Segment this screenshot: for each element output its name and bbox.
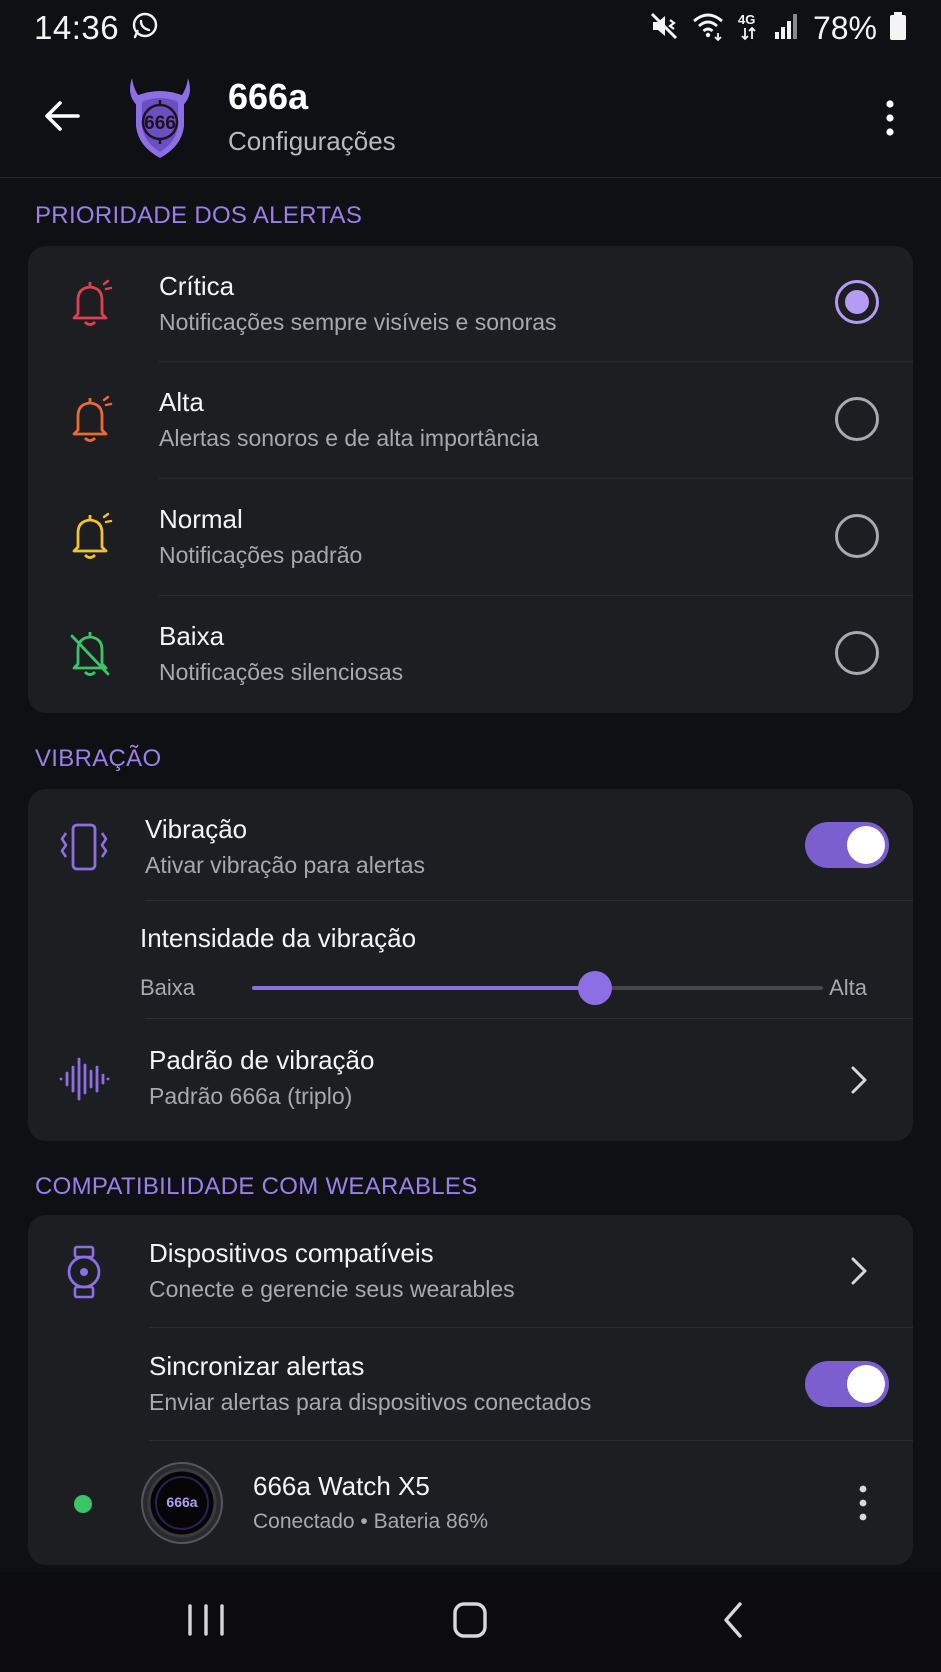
more-vert-icon (859, 1485, 867, 1521)
radio-normal[interactable] (835, 514, 879, 558)
vibration-title: Vibração (145, 814, 248, 844)
recent-apps-button[interactable] (176, 1596, 236, 1646)
option-subtitle: Notificações silenciosas (159, 659, 404, 685)
radio-baixa[interactable] (835, 631, 879, 675)
vibration-card: Vibração Ativar vibração para alertas In… (28, 789, 913, 1141)
watch-face-text: 666a (166, 1494, 197, 1510)
smartwatch-icon (62, 1245, 106, 1304)
sync-alerts-toggle[interactable] (805, 1361, 889, 1407)
status-bar: 14:36 4G 78% (0, 0, 941, 56)
page-title: 666a (228, 76, 309, 117)
page-subtitle: Configurações (228, 126, 396, 156)
devices-title: Dispositivos compatíveis (149, 1238, 434, 1268)
network-4g-icon: 4G (737, 11, 761, 46)
option-title: Alta (159, 387, 204, 417)
whatsapp-icon (131, 12, 159, 45)
connected-indicator (74, 1495, 92, 1513)
more-options-button[interactable] (875, 94, 905, 142)
pattern-title: Padrão de vibração (149, 1045, 375, 1075)
chevron-right-icon (847, 1062, 871, 1098)
status-time: 14:36 (34, 9, 120, 46)
bell-ring-icon (66, 394, 114, 451)
priority-option-critica[interactable]: Crítica Notificações sempre visíveis e s… (28, 246, 913, 362)
svg-text:4G: 4G (738, 12, 755, 27)
vibration-subtitle: Ativar vibração para alertas (145, 852, 425, 878)
intensity-high-label: Alta (829, 975, 867, 1000)
waveform-icon (58, 1055, 110, 1108)
mute-vibrate-icon (649, 11, 679, 46)
vibration-toggle-row[interactable]: Vibração Ativar vibração para alertas (28, 789, 913, 901)
battery-percent: 78% (812, 9, 877, 46)
bell-ring-icon (66, 278, 114, 335)
intensity-slider[interactable] (252, 971, 823, 1005)
option-title: Normal (159, 504, 243, 534)
device-status: Conectado • Bateria 86% (253, 1510, 488, 1533)
signal-icon (773, 12, 801, 45)
arrow-back-icon (45, 101, 80, 131)
bell-off-icon (66, 628, 114, 685)
slider-thumb[interactable] (577, 971, 612, 1005)
app-bar: 666 666a Configurações (0, 62, 941, 178)
wearables-card: Dispositivos compatíveis Conecte e geren… (28, 1215, 913, 1565)
compatible-devices-row[interactable]: Dispositivos compatíveis Conecte e geren… (28, 1215, 913, 1328)
recent-apps-icon (188, 1604, 224, 1636)
app-logo: 666 (124, 74, 196, 162)
sync-alerts-row[interactable]: Sincronizar alertas Enviar alertas para … (28, 1328, 913, 1441)
priority-card: Crítica Notificações sempre visíveis e s… (28, 246, 913, 713)
section-header-vibration: VIBRAÇÃO (35, 745, 162, 772)
sync-subtitle: Enviar alertas para dispositivos conecta… (149, 1389, 592, 1415)
nav-back-icon (724, 1602, 742, 1638)
pattern-subtitle: Padrão 666a (triplo) (149, 1083, 353, 1109)
radio-alta[interactable] (835, 397, 879, 441)
radio-critica[interactable] (835, 280, 879, 324)
phone-vibrate-icon (58, 823, 110, 876)
watch-thumbnail: 666a (140, 1461, 224, 1545)
more-vert-icon (886, 100, 894, 136)
intensity-row: Intensidade da vibração Baixa Alta (28, 901, 913, 1019)
vibration-toggle[interactable] (805, 822, 889, 868)
option-subtitle: Notificações padrão (159, 542, 363, 568)
logo-text: 666 (144, 113, 176, 134)
system-back-button[interactable] (704, 1596, 764, 1646)
priority-option-baixa[interactable]: Baixa Notificações silenciosas (28, 596, 913, 713)
home-button[interactable] (440, 1596, 500, 1646)
bell-ring-icon (66, 511, 114, 568)
priority-option-alta[interactable]: Alta Alertas sonoros e de alta importânc… (28, 362, 913, 479)
back-button[interactable] (38, 92, 86, 140)
option-subtitle: Alertas sonoros e de alta importância (159, 425, 539, 451)
home-icon (453, 1602, 487, 1638)
sync-title: Sincronizar alertas (149, 1351, 365, 1381)
device-name: 666a Watch X5 (253, 1471, 430, 1501)
option-title: Baixa (159, 621, 225, 651)
option-subtitle: Notificações sempre visíveis e sonoras (159, 309, 557, 335)
section-header-wearables: COMPATIBILIDADE COM WEARABLES (35, 1173, 478, 1200)
device-more-button[interactable] (853, 1479, 873, 1527)
devices-subtitle: Conecte e gerencie seus wearables (149, 1276, 515, 1302)
section-header-priority: PRIORIDADE DOS ALERTAS (35, 202, 363, 229)
intensity-title: Intensidade da vibração (140, 923, 417, 953)
slider-fill (252, 986, 595, 990)
intensity-low-label: Baixa (140, 975, 196, 1000)
option-title: Crítica (159, 271, 235, 301)
wifi-icon (691, 11, 725, 46)
system-nav-bar (0, 1572, 941, 1672)
chevron-right-icon (847, 1253, 871, 1289)
battery-icon (889, 11, 907, 46)
device-row[interactable]: 666a 666a Watch X5 Conectado • Bateria 8… (28, 1441, 913, 1565)
vibration-pattern-row[interactable]: Padrão de vibração Padrão 666a (triplo) (28, 1019, 913, 1141)
priority-option-normal[interactable]: Normal Notificações padrão (28, 479, 913, 596)
